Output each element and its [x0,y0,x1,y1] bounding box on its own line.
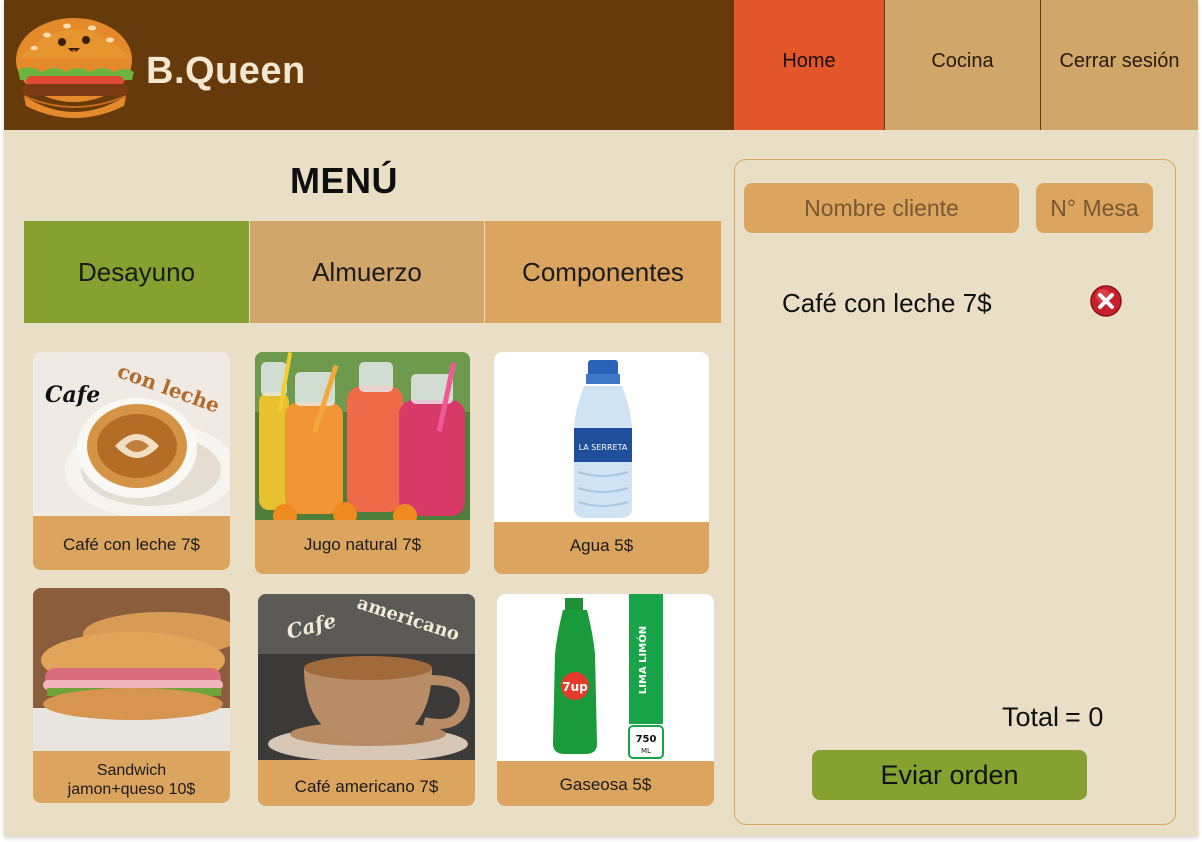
order-item-label: Café con leche 7$ [782,288,992,318]
nav-logout-label: Cerrar sesión [1059,49,1180,72]
product-label: Café americano 7$ [294,777,439,796]
nav-logout-button[interactable]: Cerrar sesión [1041,0,1198,130]
tab-almuerzo-label: Almuerzo [312,256,422,287]
order-panel [734,159,1176,825]
product-label: Agua 5$ [569,536,634,555]
product-label: Gaseosa 5$ [559,775,652,794]
product-card-agua[interactable]: LA SERRETA Agua 5$ [494,352,709,574]
cafe-americano-image: Cafe americano [258,594,475,760]
tab-almuerzo[interactable]: Almuerzo [250,221,484,323]
product-card-jugo-natural[interactable]: Jugo natural 7$ [255,352,470,574]
sandwich-image [33,588,230,751]
cafe-con-leche-image: Cafe con leche [33,352,230,516]
product-card-cafe-con-leche[interactable]: Cafe con leche Café con leche 7$ [33,352,230,570]
product-label-line1: Sandwich [96,762,167,779]
750-text: 750 [636,734,657,745]
gaseosa-image: 7up LIMA LIMÓN 750 ML [497,594,714,761]
burger-logo-icon [16,18,134,118]
product-label-line2: jamon+queso 10$ [67,781,196,798]
cafe-image-text: Cafe [45,382,100,408]
table-number-input[interactable] [1036,183,1153,233]
product-card-cafe-americano[interactable]: Cafe americano Café americano 7$ [258,594,475,806]
tab-componentes-label: Componentes [522,256,684,287]
product-label: Jugo natural 7$ [303,535,422,554]
jugo-natural-image [255,352,470,520]
agua-image: LA SERRETA [494,352,709,522]
nav-home-label: Home [782,49,836,72]
customer-name-input[interactable] [744,183,1019,233]
7up-logo-text: 7up [562,680,588,694]
lima-limon-text: LIMA LIMÓN [636,626,649,694]
send-order-button[interactable]: Eviar orden [812,750,1087,800]
nav-cocina-label: Cocina [931,49,994,72]
total-label: Total [1002,702,1060,732]
tab-desayuno[interactable]: Desayuno [24,221,249,323]
brand-name: B.Queen [146,50,306,92]
order-total: Total = 0 [1002,702,1109,733]
product-card-gaseosa[interactable]: 7up LIMA LIMÓN 750 ML Gaseosa 5$ [497,594,714,806]
menu-title: MENÚ [290,160,398,201]
send-order-label: Eviar orden [880,759,1019,790]
nav-cocina-button[interactable]: Cocina [885,0,1040,130]
agua-brand-text: LA SERRETA [579,443,628,452]
total-value: = 0 [1065,702,1104,732]
ml-text: ML [641,747,651,755]
remove-item-icon[interactable] [1090,285,1122,317]
tab-componentes[interactable]: Componentes [485,221,721,323]
product-card-sandwich[interactable]: Sandwich jamon+queso 10$ [33,588,230,803]
tab-desayuno-label: Desayuno [77,256,196,287]
product-label: Café con leche 7$ [62,535,201,554]
nav-home-button[interactable]: Home [734,0,884,130]
